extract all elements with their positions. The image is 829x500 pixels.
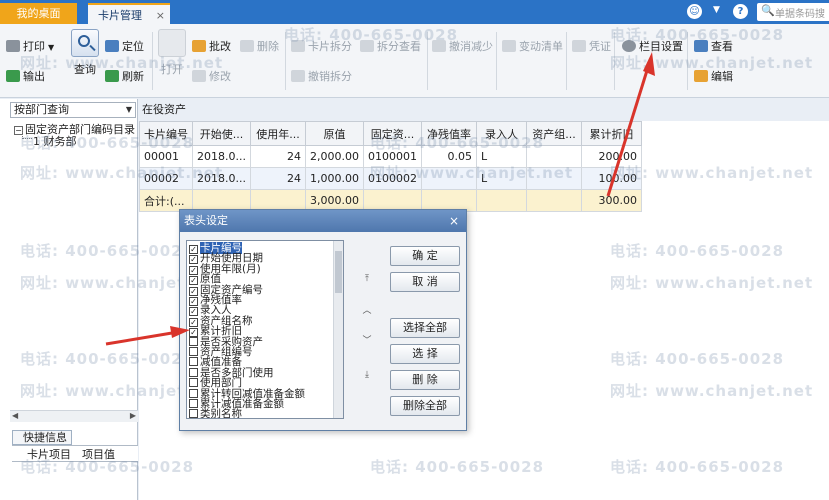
checkbox-icon[interactable] xyxy=(189,347,198,356)
toolbar-divider xyxy=(566,32,567,90)
top-tab-bar: 我的桌面 卡片管理 × ☺ ▼ ? 🔍 单据条码搜 xyxy=(0,0,829,24)
move-down-icon[interactable]: ﹀ xyxy=(360,334,374,348)
scrollbar-thumb[interactable] xyxy=(335,251,342,293)
checkbox-icon[interactable] xyxy=(189,409,198,418)
undo-split-button[interactable]: 撤销拆分 xyxy=(291,68,352,86)
col-original-value[interactable]: 原值 xyxy=(304,121,364,146)
left-panel: 按部门查询 ▼ − 固定资产部门编码目录 1 财务部 ◀ ▶ 快捷信息 卡片项目 … xyxy=(0,99,138,500)
move-top-icon[interactable]: ⤒ xyxy=(360,272,374,286)
close-icon[interactable]: × xyxy=(449,210,459,232)
col-useful-life[interactable]: 使用年... xyxy=(249,121,306,146)
chevron-down-icon[interactable]: ▼ xyxy=(713,5,720,15)
cell xyxy=(475,189,527,212)
field-list[interactable]: ✓ 卡片编号 ✓ 开始使用日期 ✓ 使用年限(月) ✓ 原值 ✓ 固定资产编号 ✓ 净残值率 ✓ 录入人 ✓… xyxy=(186,240,344,419)
watermark-phone: 电话: 400-665-0028 xyxy=(610,350,785,368)
watermark-phone: 电话: 400-665-0028 xyxy=(20,242,195,260)
watermark-phone: 电话: 400-665-0028 xyxy=(610,26,785,44)
cell: 1,000.00 xyxy=(304,167,364,190)
select-button[interactable]: 选 择 xyxy=(390,344,460,364)
ok-button[interactable]: 确 定 xyxy=(390,246,460,266)
chevron-down-icon: ▼ xyxy=(48,43,55,52)
watermark-phone: 电话: 400-665-0028 xyxy=(370,134,545,152)
watermark-phone: 电话: 400-665-0028 xyxy=(370,458,545,476)
checkbox-icon[interactable] xyxy=(189,378,198,388)
change-list-button[interactable]: 变动清单 xyxy=(502,38,563,56)
watermark-phone: 电话: 400-665-0028 xyxy=(20,350,195,368)
move-up-icon[interactable]: ︿ xyxy=(360,304,374,318)
delete-all-button[interactable]: 删除全部 xyxy=(390,396,460,416)
watermark-phone: 电话: 400-665-0028 xyxy=(610,458,785,476)
watermark-phone: 电话: 400-665-0028 xyxy=(20,134,195,152)
search-icon: 🔍 xyxy=(761,4,775,17)
tab-card-management-label: 卡片管理 xyxy=(98,9,142,22)
list-icon xyxy=(502,40,516,52)
tab-close-icon[interactable]: × xyxy=(156,5,165,26)
watermark-url: 网址: www.chanjet.net xyxy=(20,164,224,182)
delete-button[interactable]: 删除 xyxy=(240,38,279,56)
header-settings-dialog: 表头设定 × ✓ 卡片编号 ✓ 开始使用日期 ✓ 使用年限(月) ✓ 原值 ✓ 固定资产编号 ✓ 净残… xyxy=(179,209,467,431)
field-item[interactable]: 类别名称 xyxy=(189,408,242,419)
tab-my-desktop[interactable]: 我的桌面 xyxy=(0,3,77,24)
scroll-left-icon[interactable]: ◀ xyxy=(12,411,18,420)
col-start-date[interactable]: 开始使... xyxy=(192,121,251,146)
voucher-icon xyxy=(572,40,586,52)
move-bottom-icon[interactable]: ⤓ xyxy=(360,368,374,382)
voucher-button[interactable]: 凭证 xyxy=(572,38,611,56)
horizontal-scrollbar[interactable]: ◀ ▶ xyxy=(10,410,138,422)
watermark-url: 网址: www.chanjet.net xyxy=(610,382,814,400)
watermark-phone: 电话: 400-665-0028 xyxy=(610,242,785,260)
watermark-phone: 电话: 400-665-0028 xyxy=(20,458,195,476)
checkbox-icon[interactable] xyxy=(189,388,198,398)
delete-icon xyxy=(240,40,254,52)
watermark-url: 网址: www.chanjet.net xyxy=(370,164,574,182)
dialog-title: 表头设定 xyxy=(184,214,228,227)
cell: 24 xyxy=(249,145,306,168)
toolbar-divider xyxy=(496,32,497,90)
delete-button[interactable]: 删 除 xyxy=(390,370,460,390)
search-input[interactable]: 🔍 单据条码搜 xyxy=(757,3,829,21)
cell xyxy=(525,189,582,212)
tab-card-management[interactable]: 卡片管理 × xyxy=(88,3,170,24)
pencil-icon xyxy=(192,40,206,52)
cancel-button[interactable]: 取 消 xyxy=(390,272,460,292)
select-all-button[interactable]: 选择全部 xyxy=(390,318,460,338)
breadcrumb: 在役资产 xyxy=(142,103,186,116)
dialog-title-bar[interactable]: 表头设定 × xyxy=(180,210,466,232)
help-icon[interactable]: ? xyxy=(733,4,748,19)
watermark-phone: 电话: 400-665-0028 xyxy=(284,26,459,44)
dept-query-select[interactable]: 按部门查询 ▼ xyxy=(10,102,136,118)
checkbox-icon[interactable] xyxy=(189,399,198,408)
cell: 300.00 xyxy=(580,189,642,212)
watermark-url: 网址: www.chanjet.net xyxy=(610,274,814,292)
tab-quick-info[interactable]: 快捷信息 xyxy=(12,430,72,445)
smiley-icon[interactable]: ☺ xyxy=(687,4,702,19)
cell: 2,000.00 xyxy=(304,145,364,168)
undo-split-icon xyxy=(291,70,305,82)
chevron-down-icon: ▼ xyxy=(125,105,132,114)
cell: 24 xyxy=(249,167,306,190)
export-icon xyxy=(6,70,20,82)
checkbox-icon[interactable] xyxy=(189,336,198,346)
watermark-url: 网址: www.chanjet.net xyxy=(20,54,224,72)
locate-icon xyxy=(105,40,119,52)
search-placeholder: 单据条码搜 xyxy=(775,9,825,20)
col-accum-depreciation[interactable]: 累计折旧 xyxy=(580,121,642,146)
watermark-url: 网址: www.chanjet.net xyxy=(610,54,814,72)
checkbox-icon[interactable] xyxy=(189,367,198,377)
vertical-scrollbar[interactable] xyxy=(333,241,343,418)
printer-icon xyxy=(6,40,20,52)
scroll-right-icon[interactable]: ▶ xyxy=(130,411,136,420)
field-label: 类别名称 xyxy=(200,408,242,419)
watermark-url: 网址: www.chanjet.net xyxy=(610,164,814,182)
checkbox-icon[interactable] xyxy=(189,357,198,367)
